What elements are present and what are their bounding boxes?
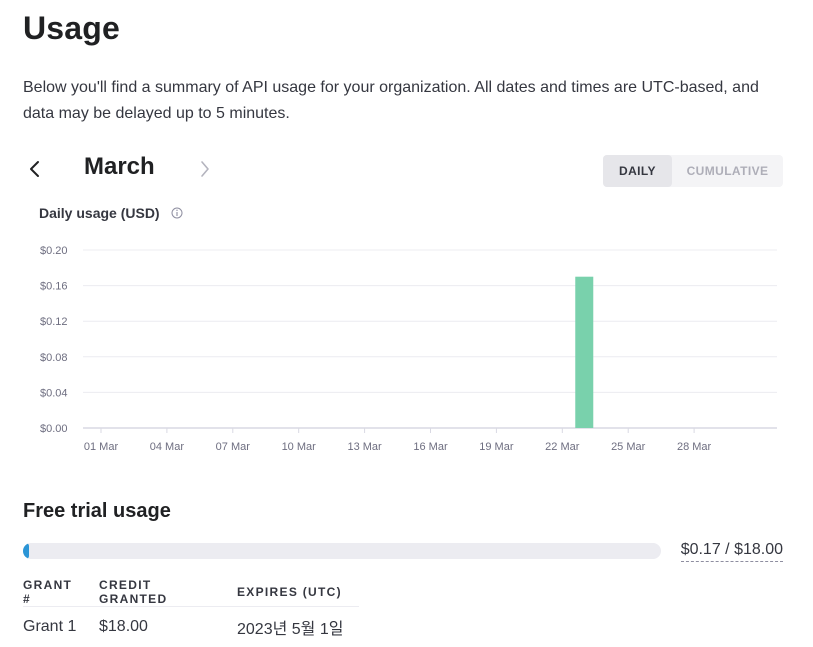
daily-usage-chart: 01 Mar 04 Mar 07 Mar 10 Mar 13 Mar 16 Mar 19 M… [0, 235, 813, 470]
page-title: Usage [23, 10, 120, 47]
info-icon[interactable] [171, 207, 183, 219]
column-header-grant: GRANT # [23, 578, 99, 607]
chevron-left-icon [22, 156, 48, 182]
grant-name-cell: Grant 1 [23, 607, 99, 647]
y-tick-label: $0.12 [40, 316, 68, 328]
y-tick-label: $0.16 [40, 281, 68, 293]
chart-title: Daily usage (USD) [39, 205, 160, 221]
usage-bar[interactable] [575, 277, 593, 428]
free-trial-progress-fill [23, 543, 29, 559]
free-trial-progress-bar [23, 543, 661, 559]
chevron-right-icon [192, 156, 218, 182]
y-tick-label: $0.00 [40, 423, 68, 435]
free-trial-title: Free trial usage [23, 500, 171, 523]
table-row: Grant 1 $18.00 2023년 5월 1일 [23, 607, 359, 647]
cumulative-toggle-button[interactable]: CUMULATIVE [672, 155, 783, 187]
y-tick-label: $0.04 [40, 387, 68, 399]
next-month-button[interactable] [192, 156, 218, 182]
y-tick-label: $0.08 [40, 352, 68, 364]
x-tick-label: 22 Mar [545, 441, 580, 453]
grants-table-header: GRANT # CREDIT GRANTED EXPIRES (UTC) [23, 578, 359, 607]
page-description: Below you'll find a summary of API usage… [23, 75, 783, 127]
column-header-expires: EXPIRES (UTC) [237, 578, 359, 607]
view-toggle: DAILY CUMULATIVE [603, 155, 783, 187]
x-tick-label: 13 Mar [347, 441, 382, 453]
previous-month-button[interactable] [22, 156, 48, 182]
y-tick-label: $0.20 [40, 245, 68, 257]
x-tick-label: 10 Mar [282, 441, 317, 453]
x-tick-label: 07 Mar [216, 441, 251, 453]
month-label: March [84, 153, 155, 181]
x-tick-label: 25 Mar [611, 441, 646, 453]
x-tick-label: 28 Mar [677, 441, 712, 453]
credit-granted-cell: $18.00 [99, 607, 237, 647]
x-tick-label: 19 Mar [479, 441, 514, 453]
grants-table: GRANT # CREDIT GRANTED EXPIRES (UTC) Gra… [23, 578, 359, 647]
x-tick-label: 04 Mar [150, 441, 185, 453]
daily-toggle-button[interactable]: DAILY [603, 155, 672, 187]
expires-cell: 2023년 5월 1일 [237, 607, 359, 647]
x-tick-label: 16 Mar [413, 441, 448, 453]
column-header-credit-granted: CREDIT GRANTED [99, 578, 237, 607]
x-tick-label: 01 Mar [84, 441, 119, 453]
free-trial-usage-amount[interactable]: $0.17 / $18.00 [681, 541, 783, 562]
